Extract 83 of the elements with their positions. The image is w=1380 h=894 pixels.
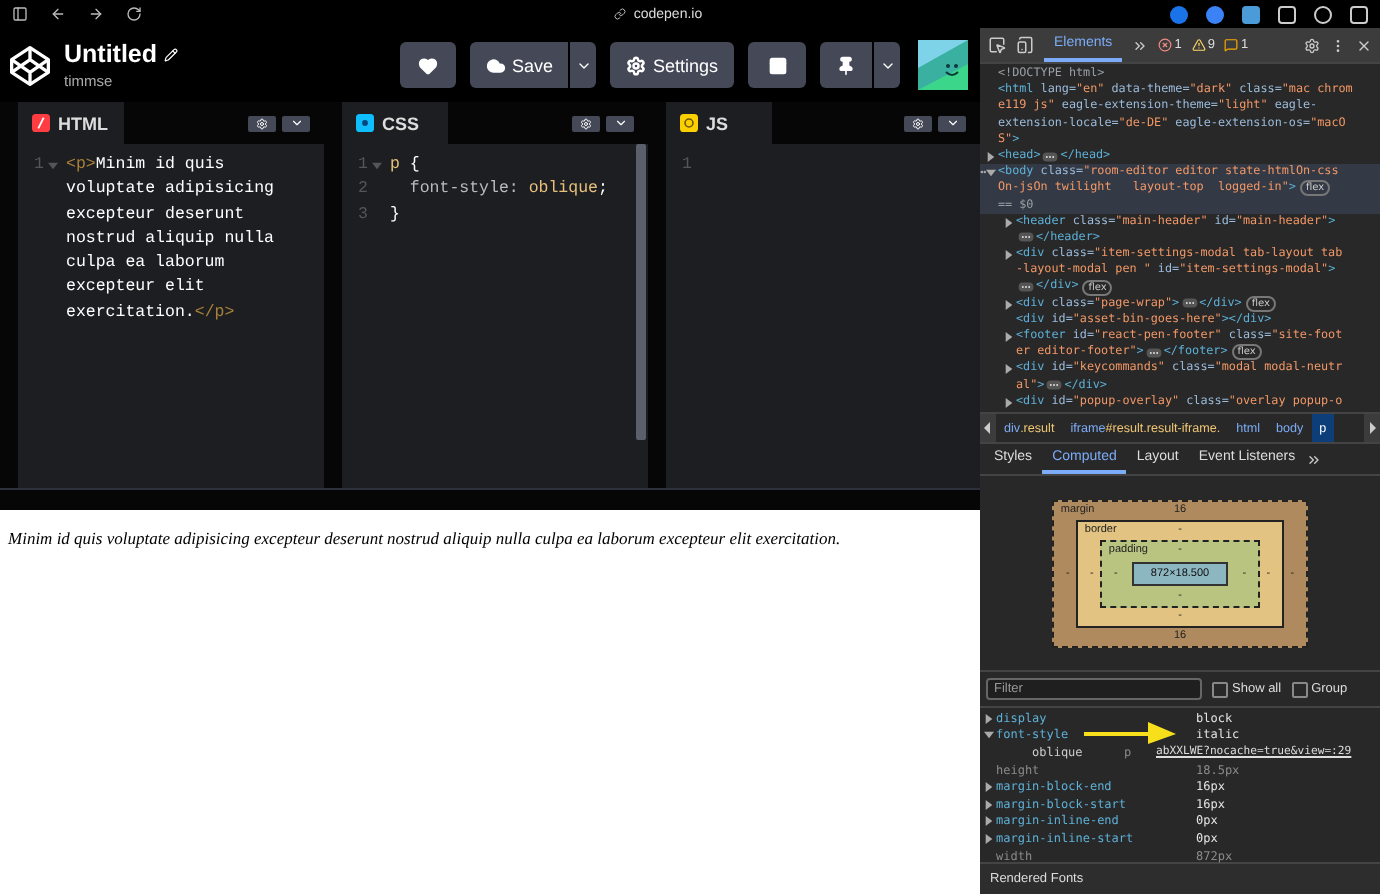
css-file-icon: [356, 114, 374, 132]
editor-menu-button[interactable]: [938, 115, 966, 131]
pen-title[interactable]: Untitled: [64, 40, 158, 68]
js-file-icon: [680, 114, 698, 132]
dropdown-button[interactable]: [570, 42, 597, 88]
editor-tab[interactable]: CSS: [342, 102, 448, 144]
collapse-triangle-icon[interactable]: [986, 168, 996, 179]
editor-tab[interactable]: JS: [666, 102, 772, 144]
avatar-icon[interactable]: [918, 40, 968, 90]
layout-icon: [767, 55, 787, 75]
expand-triangle-icon[interactable]: [1004, 332, 1014, 342]
expand-triangle-icon[interactable]: [986, 151, 996, 162]
settings-button[interactable]: Settings: [610, 42, 734, 88]
collapsed-content-icon[interactable]: [1181, 298, 1198, 309]
layout-button[interactable]: [748, 42, 806, 88]
line-number: 1: [680, 154, 692, 178]
expand-triangle-icon[interactable]: [984, 730, 994, 741]
settings-icon: [626, 55, 647, 75]
save-icon: [485, 55, 506, 75]
expand-triangle-icon[interactable]: [984, 816, 994, 827]
line-number: 1: [356, 154, 368, 178]
chevron-down-icon: [289, 116, 303, 130]
scroll-right-icon[interactable]: [1364, 414, 1380, 442]
collapsed-content-icon[interactable]: [1145, 347, 1162, 358]
chevron-down-icon: [945, 116, 959, 130]
heart-button[interactable]: [399, 42, 456, 88]
expand-triangle-icon[interactable]: [984, 833, 994, 844]
sidebar-toggle-icon[interactable]: [1350, 5, 1368, 23]
save-button[interactable]: Save: [469, 42, 569, 88]
expand-triangle-icon[interactable]: [1004, 217, 1014, 228]
link-icon: [613, 8, 626, 20]
info-icon: [1224, 38, 1239, 52]
expand-triangle-icon[interactable]: [1004, 397, 1014, 408]
code-line: <p>Minim id quis voluptate adipisicing excepteur deserunt nostrud aliquip nulla culpa ea laborum excepteur elit exercitation.</p>: [66, 154, 276, 326]
forward-icon[interactable]: [88, 6, 104, 22]
heart-icon: [417, 55, 438, 75]
pin-button[interactable]: [820, 42, 872, 88]
collapsed-content-icon[interactable]: [1018, 232, 1034, 243]
settings-icon[interactable]: [1304, 37, 1320, 53]
line-number: 1: [32, 154, 44, 178]
line-number: 3: [356, 203, 368, 228]
arrow-annotation: [1084, 720, 1176, 744]
codepen-logo-icon[interactable]: [8, 43, 52, 87]
expand-triangle-icon[interactable]: [984, 782, 994, 793]
editor-settings-button[interactable]: [572, 115, 600, 131]
code-line: font-style: oblique;: [407, 178, 610, 203]
editor-settings-button[interactable]: [904, 115, 932, 131]
expand-triangle-icon[interactable]: [984, 713, 994, 724]
expand-triangle-icon[interactable]: [1004, 299, 1014, 310]
selection-dots-icon: [980, 170, 986, 175]
expand-triangle-icon[interactable]: [984, 799, 994, 810]
expand-triangle-icon[interactable]: [1004, 250, 1014, 261]
settings-icon: [580, 117, 592, 129]
result-paragraph: Minim id quis voluptate adipisicing excepteur deserunt nostrud aliquip nulla culpa ea laborum excepteur elit exercitation.: [8, 528, 843, 548]
more-tabs-icon[interactable]: [1132, 37, 1149, 53]
inspect-icon[interactable]: [988, 36, 1006, 54]
html-file-icon: [32, 114, 50, 132]
close-icon[interactable]: [1356, 37, 1372, 53]
code-line: }: [390, 203, 402, 228]
chevron-down-icon: [613, 116, 627, 130]
scrollbar[interactable]: [636, 144, 646, 440]
line-number: 2: [356, 178, 368, 203]
code-line: p {: [390, 154, 422, 178]
expand-triangle-icon[interactable]: [1004, 364, 1014, 375]
back-icon[interactable]: [50, 6, 66, 22]
pencil-icon[interactable]: [163, 47, 178, 61]
pin-icon: [836, 55, 856, 75]
collapsed-content-icon[interactable]: [1018, 282, 1034, 293]
collapsed-content-icon[interactable]: [1046, 380, 1063, 391]
warning-icon: [1191, 38, 1206, 52]
settings-icon: [256, 117, 268, 129]
more-tabs-icon[interactable]: [1305, 451, 1322, 467]
settings-icon: [912, 117, 924, 129]
editor-menu-button[interactable]: [606, 115, 634, 131]
editor-settings-button[interactable]: [248, 115, 276, 131]
reload-icon[interactable]: [126, 6, 142, 22]
error-icon: [1158, 38, 1173, 52]
collapsed-content-icon[interactable]: [1042, 151, 1059, 162]
sidebar-icon[interactable]: [12, 6, 28, 22]
scroll-left-icon[interactable]: [980, 414, 996, 442]
editor-menu-button[interactable]: [282, 115, 310, 131]
editor-tab[interactable]: HTML: [18, 102, 124, 144]
device-toolbar-icon[interactable]: [1016, 36, 1034, 54]
